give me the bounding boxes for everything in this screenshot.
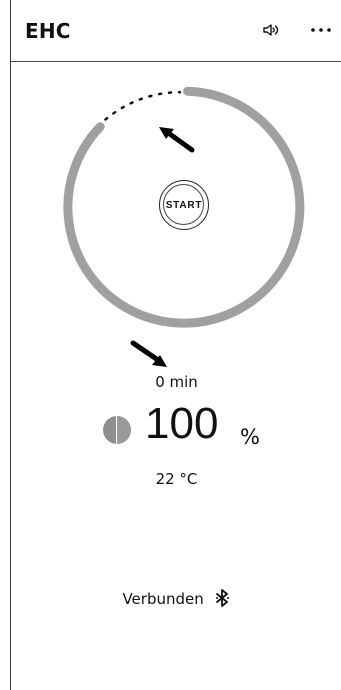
connection-status-label: Verbunden: [122, 590, 204, 608]
power-readout: 100 %: [101, 402, 271, 452]
connection-status: Verbunden: [11, 589, 341, 608]
app-title: EHC: [25, 19, 71, 43]
more-icon[interactable]: [309, 18, 333, 42]
arrow-down-right-icon: [130, 340, 167, 367]
app-screen: EHC START 0 min 100 % 22 °C Verbunden: [10, 0, 341, 690]
more-icon-graphic: [311, 28, 331, 32]
top-bar: EHC: [11, 0, 341, 62]
power-value: 100: [145, 399, 219, 448]
bluetooth-icon: [215, 589, 229, 607]
half-circle-icon: [103, 416, 131, 444]
start-button-label: START: [165, 199, 203, 211]
speaker-icon-graphic: [263, 24, 279, 36]
speaker-icon[interactable]: [259, 18, 283, 42]
arrow-up-left-icon: [159, 127, 195, 153]
timer-value: 0 min: [155, 373, 198, 391]
timer-ticks: [104, 90, 182, 121]
temperature-value: 22 °C: [155, 470, 198, 488]
start-button[interactable]: START: [159, 180, 209, 230]
power-unit: %: [240, 425, 260, 449]
